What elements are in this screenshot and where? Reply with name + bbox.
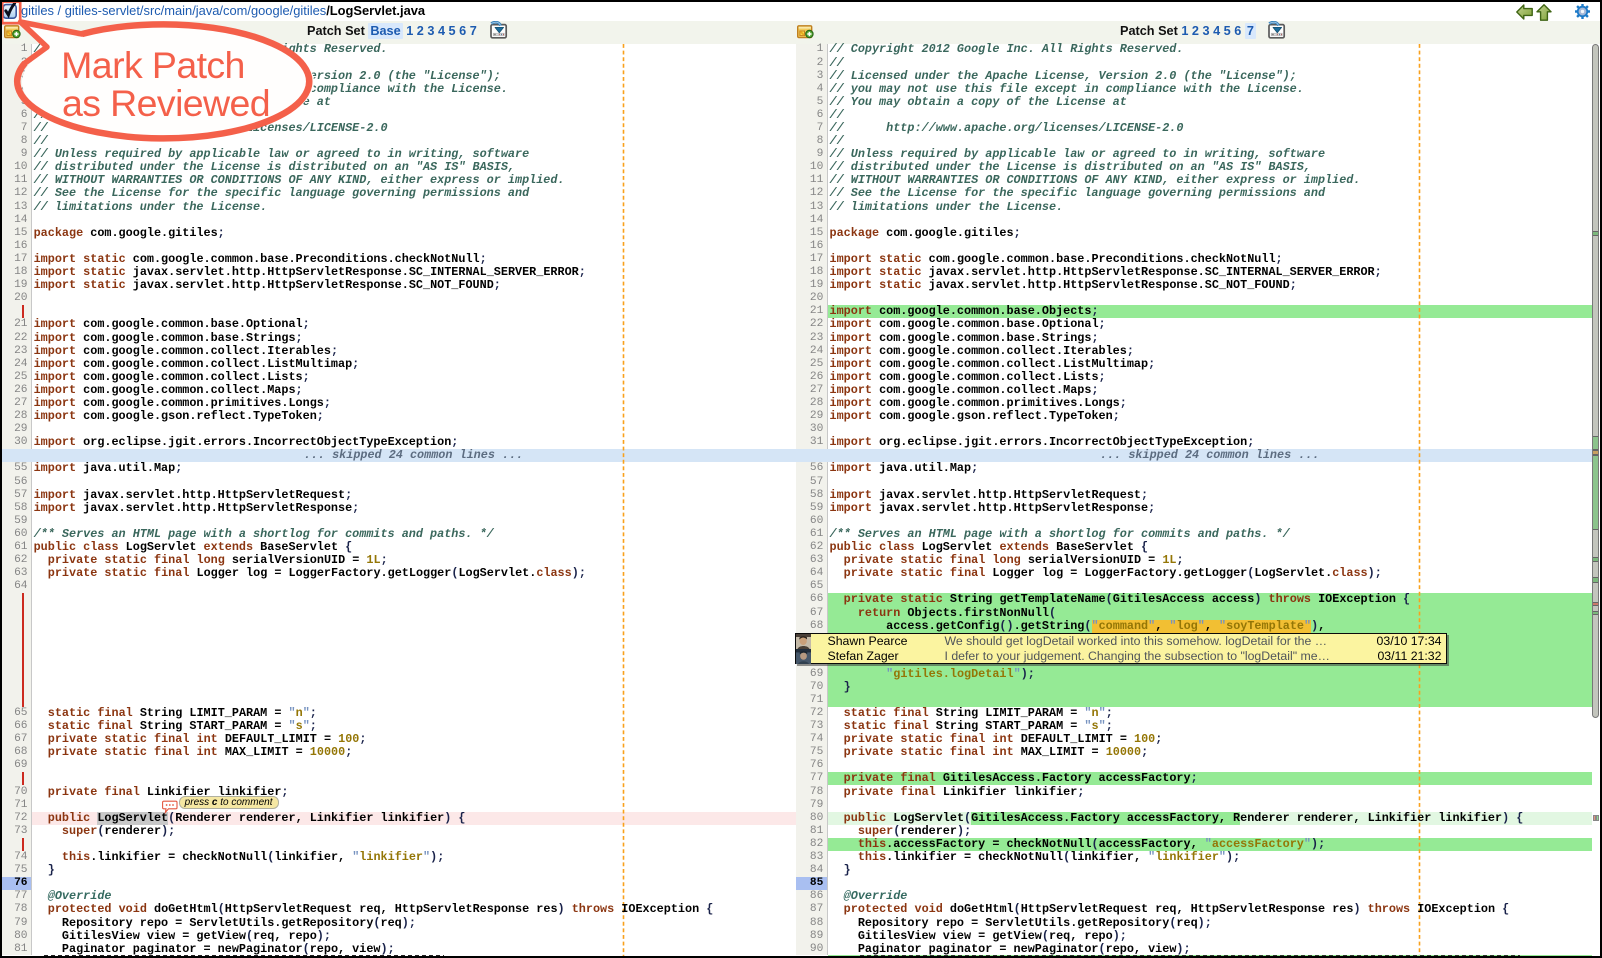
svg-text:Mark Patch: Mark Patch xyxy=(61,44,245,86)
svg-text:as Reviewed: as Reviewed xyxy=(62,82,270,124)
